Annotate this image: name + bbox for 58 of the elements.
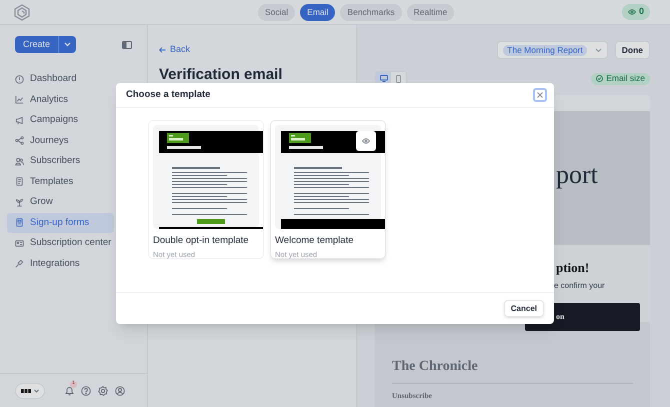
tab[interactable]: Email: [300, 4, 336, 21]
newsletter-dropdown[interactable]: The Morning Report: [497, 41, 608, 59]
back-link[interactable]: Back: [159, 43, 190, 57]
email-size-badge: Email size: [591, 72, 650, 84]
caret-icon: [64, 42, 72, 47]
nav-item[interactable]: Sign-up forms: [7, 212, 114, 233]
megaphone-icon: [15, 116, 24, 125]
tab[interactable]: Realtime: [406, 4, 454, 21]
bell-icon[interactable]: [65, 386, 74, 396]
dialog-title: Choose a template: [126, 88, 210, 102]
close-icon: [537, 92, 543, 98]
eye-icon: [362, 138, 370, 144]
form-icon: [15, 218, 24, 228]
nav-item[interactable]: Grow: [7, 192, 114, 212]
nav-item[interactable]: Subscription center: [7, 233, 114, 254]
page-title: Verification email: [159, 65, 284, 85]
caret-icon: [34, 388, 39, 392]
sidebar-toggle-icon[interactable]: [122, 40, 132, 48]
document-icon: [15, 177, 24, 186]
cancel-button[interactable]: Cancel: [504, 300, 544, 317]
people-icon: [15, 156, 24, 166]
plug-icon: [15, 259, 24, 268]
id-card-icon: [15, 238, 24, 248]
phone-icon: [396, 74, 401, 82]
done-button[interactable]: Done: [614, 41, 650, 59]
email-text: e confirm your: [553, 280, 606, 292]
workspace-logo-icon: [21, 388, 31, 392]
nav-item[interactable]: Dashboard: [7, 69, 114, 90]
check-circle-icon: [596, 75, 604, 82]
template-name: Welcome template: [275, 234, 354, 248]
caret-icon: [594, 48, 602, 52]
nav-item[interactable]: Journeys: [7, 130, 114, 151]
nav-item[interactable]: Integrations: [7, 254, 114, 274]
help-icon[interactable]: [81, 386, 91, 396]
email-heading: port: [556, 160, 598, 189]
tab[interactable]: Social: [258, 4, 296, 21]
preview-button[interactable]: [356, 131, 376, 151]
logo-icon: [14, 4, 30, 20]
chart-icon: [15, 95, 24, 104]
branch-icon: [15, 136, 24, 146]
workspace-switcher[interactable]: [15, 382, 45, 398]
close-button[interactable]: [533, 88, 547, 102]
dashboard-icon: [15, 74, 24, 84]
plant-icon: [15, 198, 24, 207]
footer-title: The Chronicle: [392, 358, 479, 376]
nav-item[interactable]: Subscribers: [7, 151, 114, 172]
eye-icon: [628, 9, 636, 15]
template-name: Double opt-in template: [153, 234, 250, 248]
settings-icon[interactable]: [98, 386, 108, 396]
nav-item[interactable]: Analytics: [7, 90, 114, 110]
nav-item[interactable]: Campaigns: [7, 110, 114, 130]
viewers-badge: 0: [622, 4, 650, 20]
account-icon[interactable]: [115, 386, 125, 396]
monitor-icon: [380, 75, 388, 82]
tab[interactable]: Benchmarks: [340, 4, 402, 21]
email-title: ption!: [555, 259, 590, 277]
nav-item[interactable]: Templates: [7, 172, 114, 192]
arrow-left-icon: [159, 47, 166, 53]
